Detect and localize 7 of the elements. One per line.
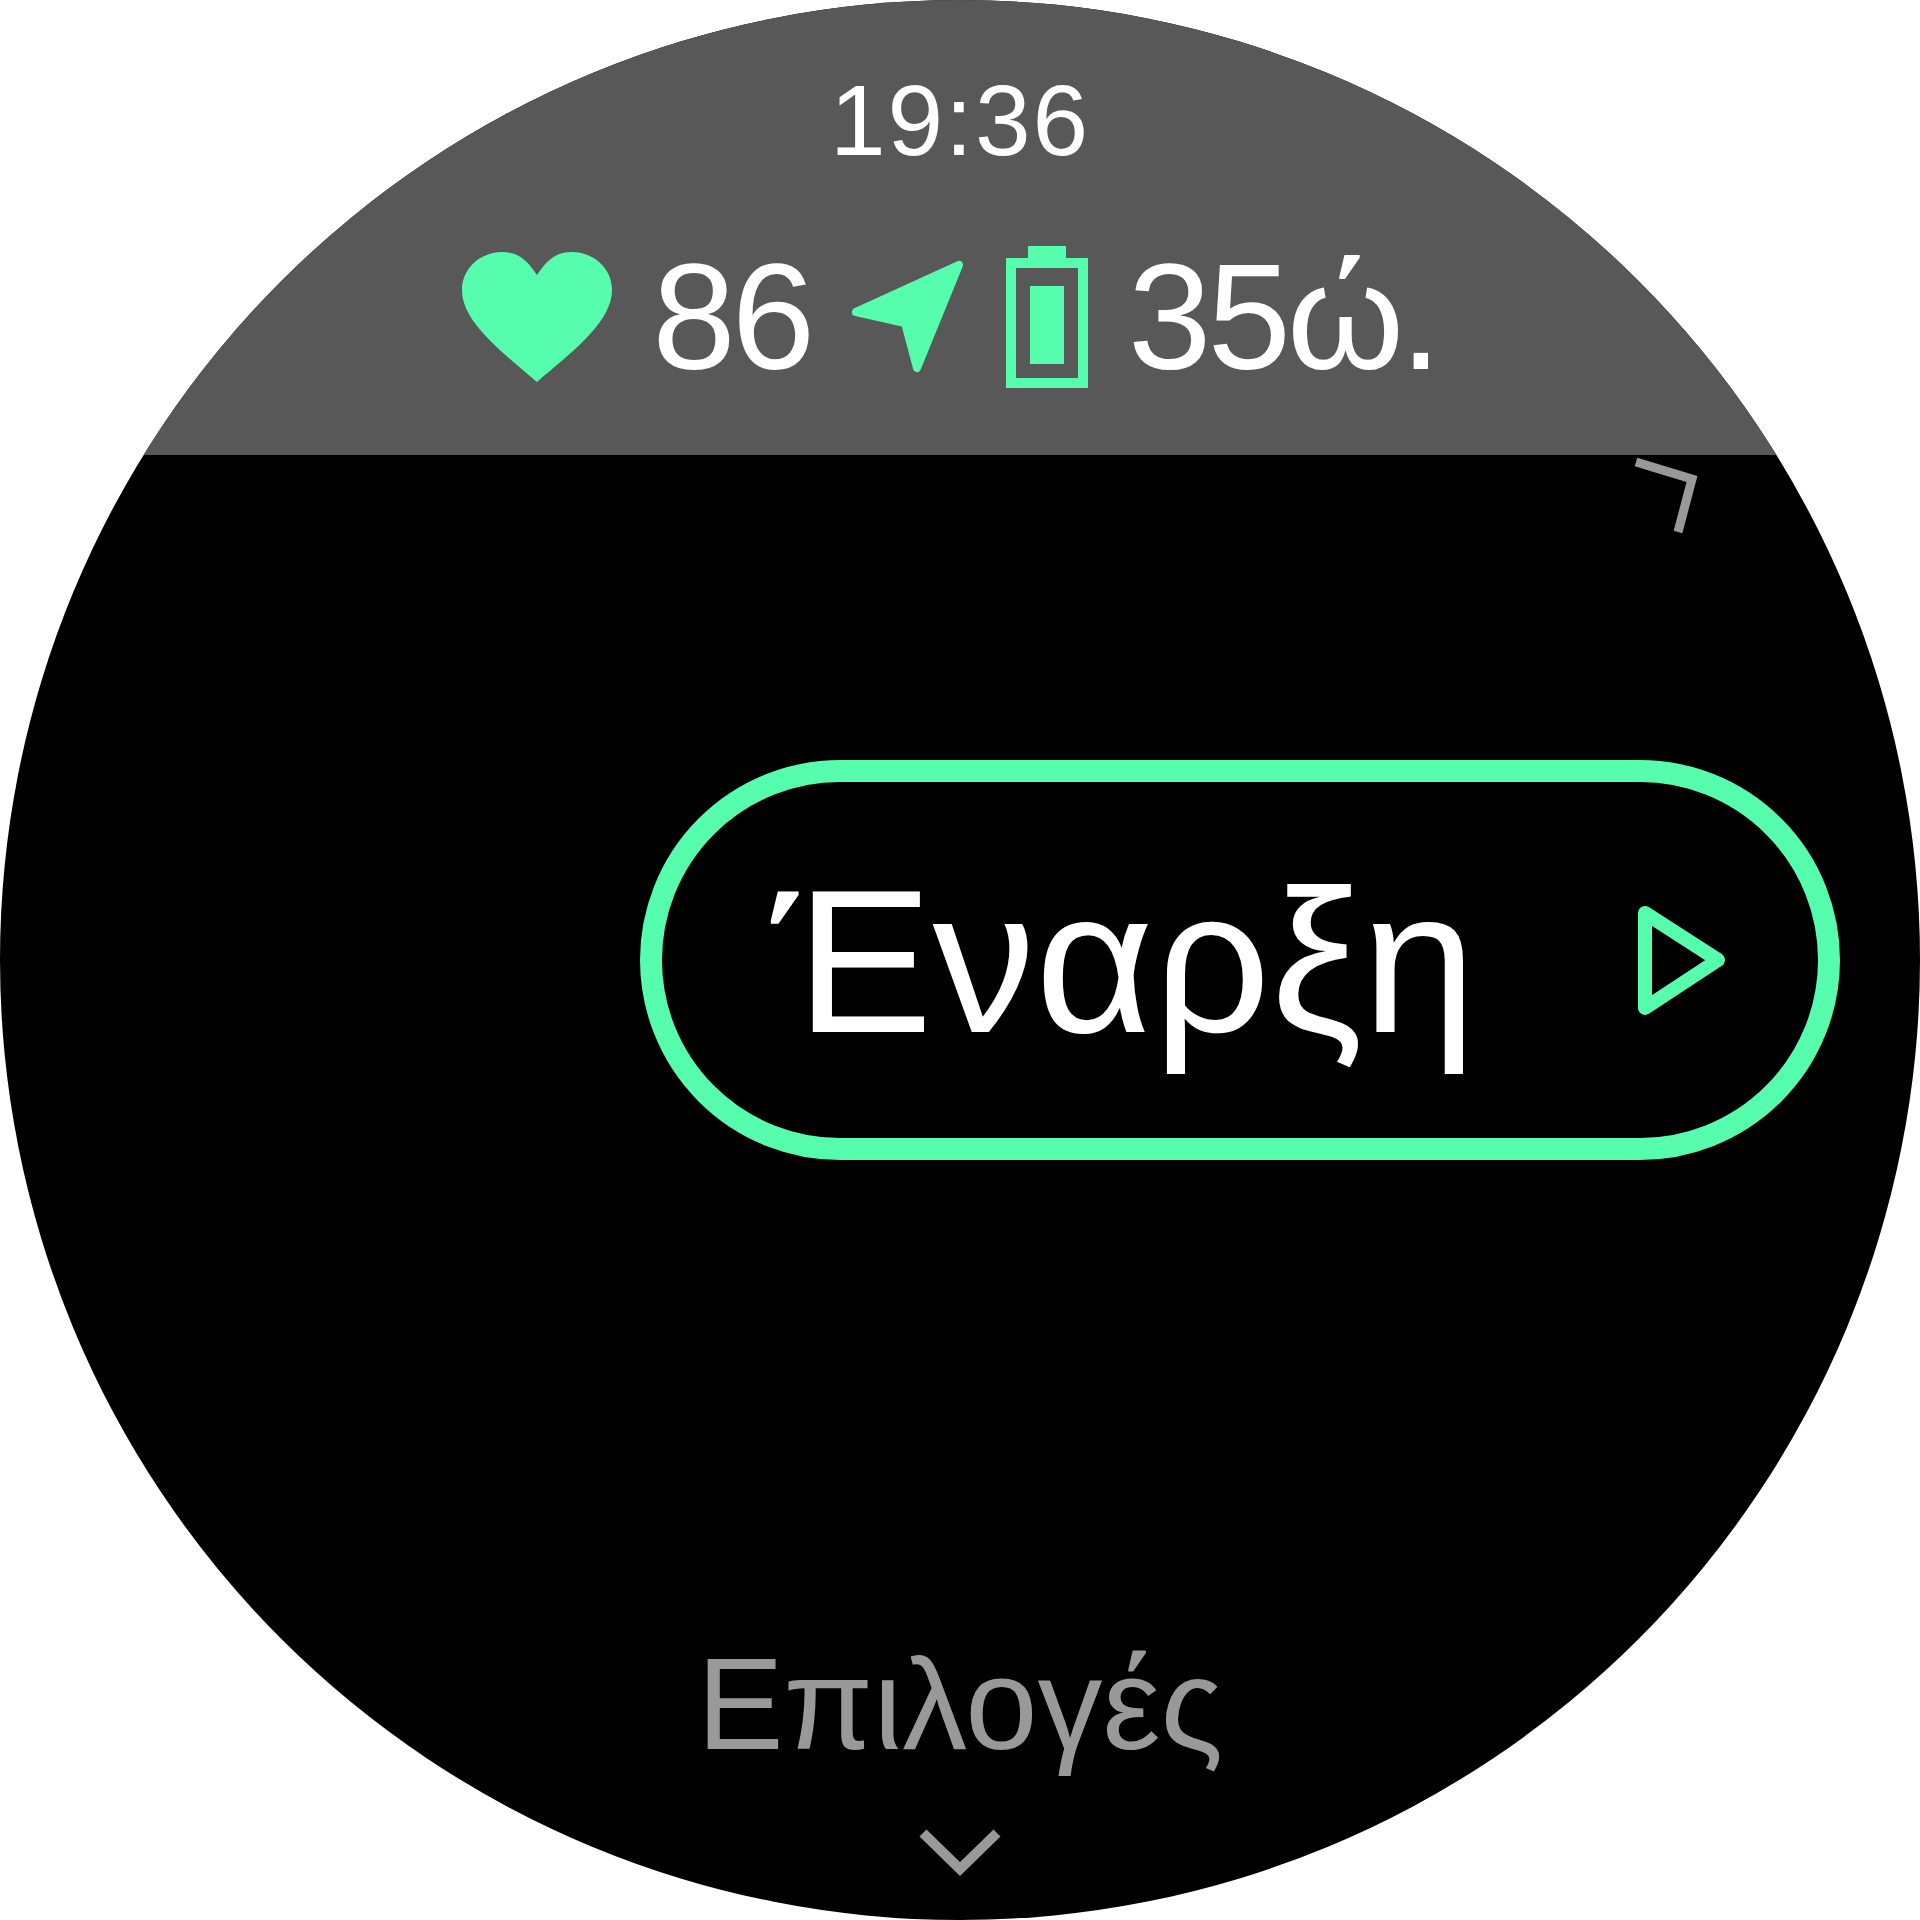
options-label[interactable]: Επιλογές [696, 1620, 1224, 1789]
battery-time: 35ώ. [1128, 242, 1438, 392]
battery-icon [1006, 246, 1089, 388]
start-button[interactable]: Έναρξη [640, 760, 1840, 1160]
heart-icon [462, 252, 613, 382]
clock-time: 19:36 [829, 70, 1091, 170]
heart-rate: 86 [652, 242, 812, 392]
